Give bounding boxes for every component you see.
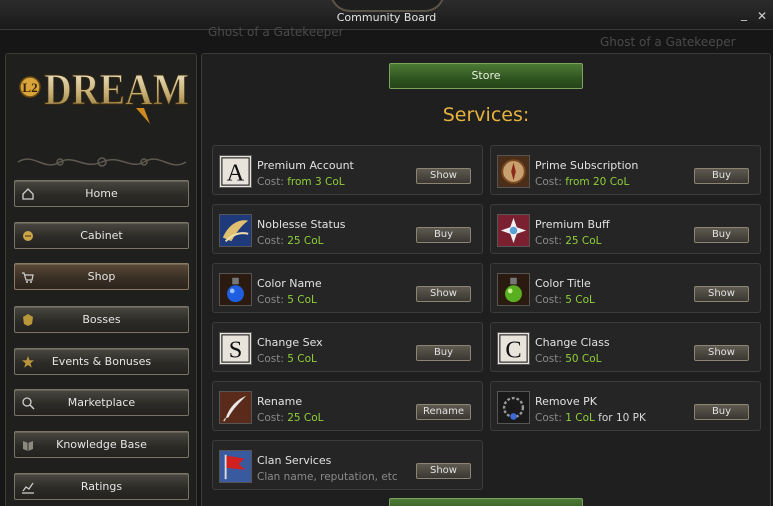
service-card-change-sex: S Change Sex Cost: 5 CoL Buy [212,322,483,372]
watermark-text: Ghost of a Gatekeeper [600,35,736,49]
service-cost: Cost: 5 CoL [257,294,317,306]
sidebar-item-label: Ratings [80,480,123,493]
service-card-color-name: Color Name Cost: 5 CoL Show [212,263,483,313]
buy-button[interactable]: Buy [694,227,749,243]
quill-icon [219,391,252,424]
service-cost: Cost: from 20 CoL [535,176,630,188]
show-button[interactable]: Show [694,345,749,361]
service-name: Change Sex [257,336,323,349]
show-button[interactable]: Show [416,463,471,479]
svg-text:A: A [227,159,245,186]
compass-icon [497,155,530,188]
service-cost: Cost: 50 CoL [535,353,602,365]
sidebar-item-marketplace[interactable]: Marketplace [14,389,189,416]
green-potion-icon [497,273,530,306]
sidebar-item-label: Events & Bonuses [51,355,152,368]
watermark-text: Ghost of a Gatekeeper [208,25,344,39]
show-button[interactable]: Show [416,286,471,302]
sidebar-item-label: Marketplace [67,396,136,409]
main-panel: Store Services: A Premium Account Cost: … [201,53,771,506]
service-card-clan-services: Clan Services Clan name, reputation, etc… [212,440,483,490]
bottom-green-button[interactable] [389,498,583,506]
show-button[interactable]: Show [416,168,471,184]
wings-icon [219,214,252,247]
service-name: Premium Buff [535,218,610,231]
sidebar-item-label: Bosses [82,313,121,326]
sidebar-item-knowledge-base[interactable]: Knowledge Base [14,431,189,458]
service-card-premium-account: A Premium Account Cost: from 3 CoL Show [212,145,483,195]
service-name: Clan Services [257,454,332,467]
svg-text:DREAM: DREAM [44,65,189,114]
window-title: Community Board [336,11,437,24]
clan-flag-icon [219,450,252,483]
service-cost: Cost: 25 CoL [257,412,324,424]
close-icon[interactable]: ✕ [757,10,767,22]
show-button[interactable]: Show [694,286,749,302]
service-card-remove-pk: Remove PK Cost: 1 CoL for 10 PK Buy [490,381,761,431]
buy-button[interactable]: Buy [416,227,471,243]
minimize-button[interactable]: _ [741,8,747,20]
service-name: Prime Subscription [535,159,639,172]
svg-text:C: C [505,336,521,363]
service-cost: Cost: 25 CoL [535,235,602,247]
service-card-color-title: Color Title Cost: 5 CoL Show [490,263,761,313]
service-card-noblesse-status: Noblesse Status Cost: 25 CoL Buy [212,204,483,254]
service-card-rename: Rename Cost: 25 CoL Rename [212,381,483,431]
buy-button[interactable]: Buy [694,168,749,184]
service-cost: Cost: 5 CoL [257,353,317,365]
service-name: Remove PK [535,395,597,408]
letter-s-icon: S [219,332,252,365]
services-heading: Services: [442,104,530,126]
necklace-icon [497,391,530,424]
ornament-divider [17,157,187,167]
service-cost: Cost: from 3 CoL [257,176,345,188]
sidebar-item-ratings[interactable]: Ratings [14,473,189,500]
service-card-change-class: C Change Class Cost: 50 CoL Show [490,322,761,372]
service-cost: Cost: 5 CoL [535,294,595,306]
service-name: Rename [257,395,303,408]
service-name: Noblesse Status [257,218,346,231]
svg-text:S: S [229,336,243,363]
title-bar: Community Board _ ✕ [0,0,773,30]
service-note: Clan name, reputation, etc [257,471,398,483]
store-button[interactable]: Store [389,63,583,89]
dream-logo: L2 DREAM [19,65,190,124]
sidebar-item-label: Shop [87,270,116,283]
service-name: Color Title [535,277,591,290]
svg-text:L2: L2 [22,80,37,95]
sidebar-item-bosses[interactable]: Bosses [14,306,189,333]
sidebar-item-label: Cabinet [80,229,123,242]
rename-button[interactable]: Rename [416,404,471,420]
sidebar-item-events[interactable]: Events & Bonuses [14,348,189,375]
sidebar-item-shop[interactable]: Shop [14,263,189,290]
letter-a-icon: A [219,155,252,188]
service-name: Color Name [257,277,322,290]
sidebar-item-label: Home [85,187,118,200]
service-name: Premium Account [257,159,354,172]
service-cost: Cost: 25 CoL [257,235,324,247]
service-card-prime-subscription: Prime Subscription Cost: from 20 CoL Buy [490,145,761,195]
sidebar-item-label: Knowledge Base [56,438,147,451]
blue-potion-icon [219,273,252,306]
buy-button[interactable]: Buy [694,404,749,420]
sidebar-item-home[interactable]: Home [14,180,189,207]
sidebar-item-cabinet[interactable]: Cabinet [14,222,189,249]
service-card-premium-buff: Premium Buff Cost: 25 CoL Buy [490,204,761,254]
service-name: Change Class [535,336,610,349]
buff-icon [497,214,530,247]
sidebar: L2 DREAM Home Cabinet Shop Bosses Events… [5,53,197,506]
buy-button[interactable]: Buy [416,345,471,361]
service-cost: Cost: 1 CoL for 10 PK [535,412,646,424]
letter-c-icon: C [497,332,530,365]
